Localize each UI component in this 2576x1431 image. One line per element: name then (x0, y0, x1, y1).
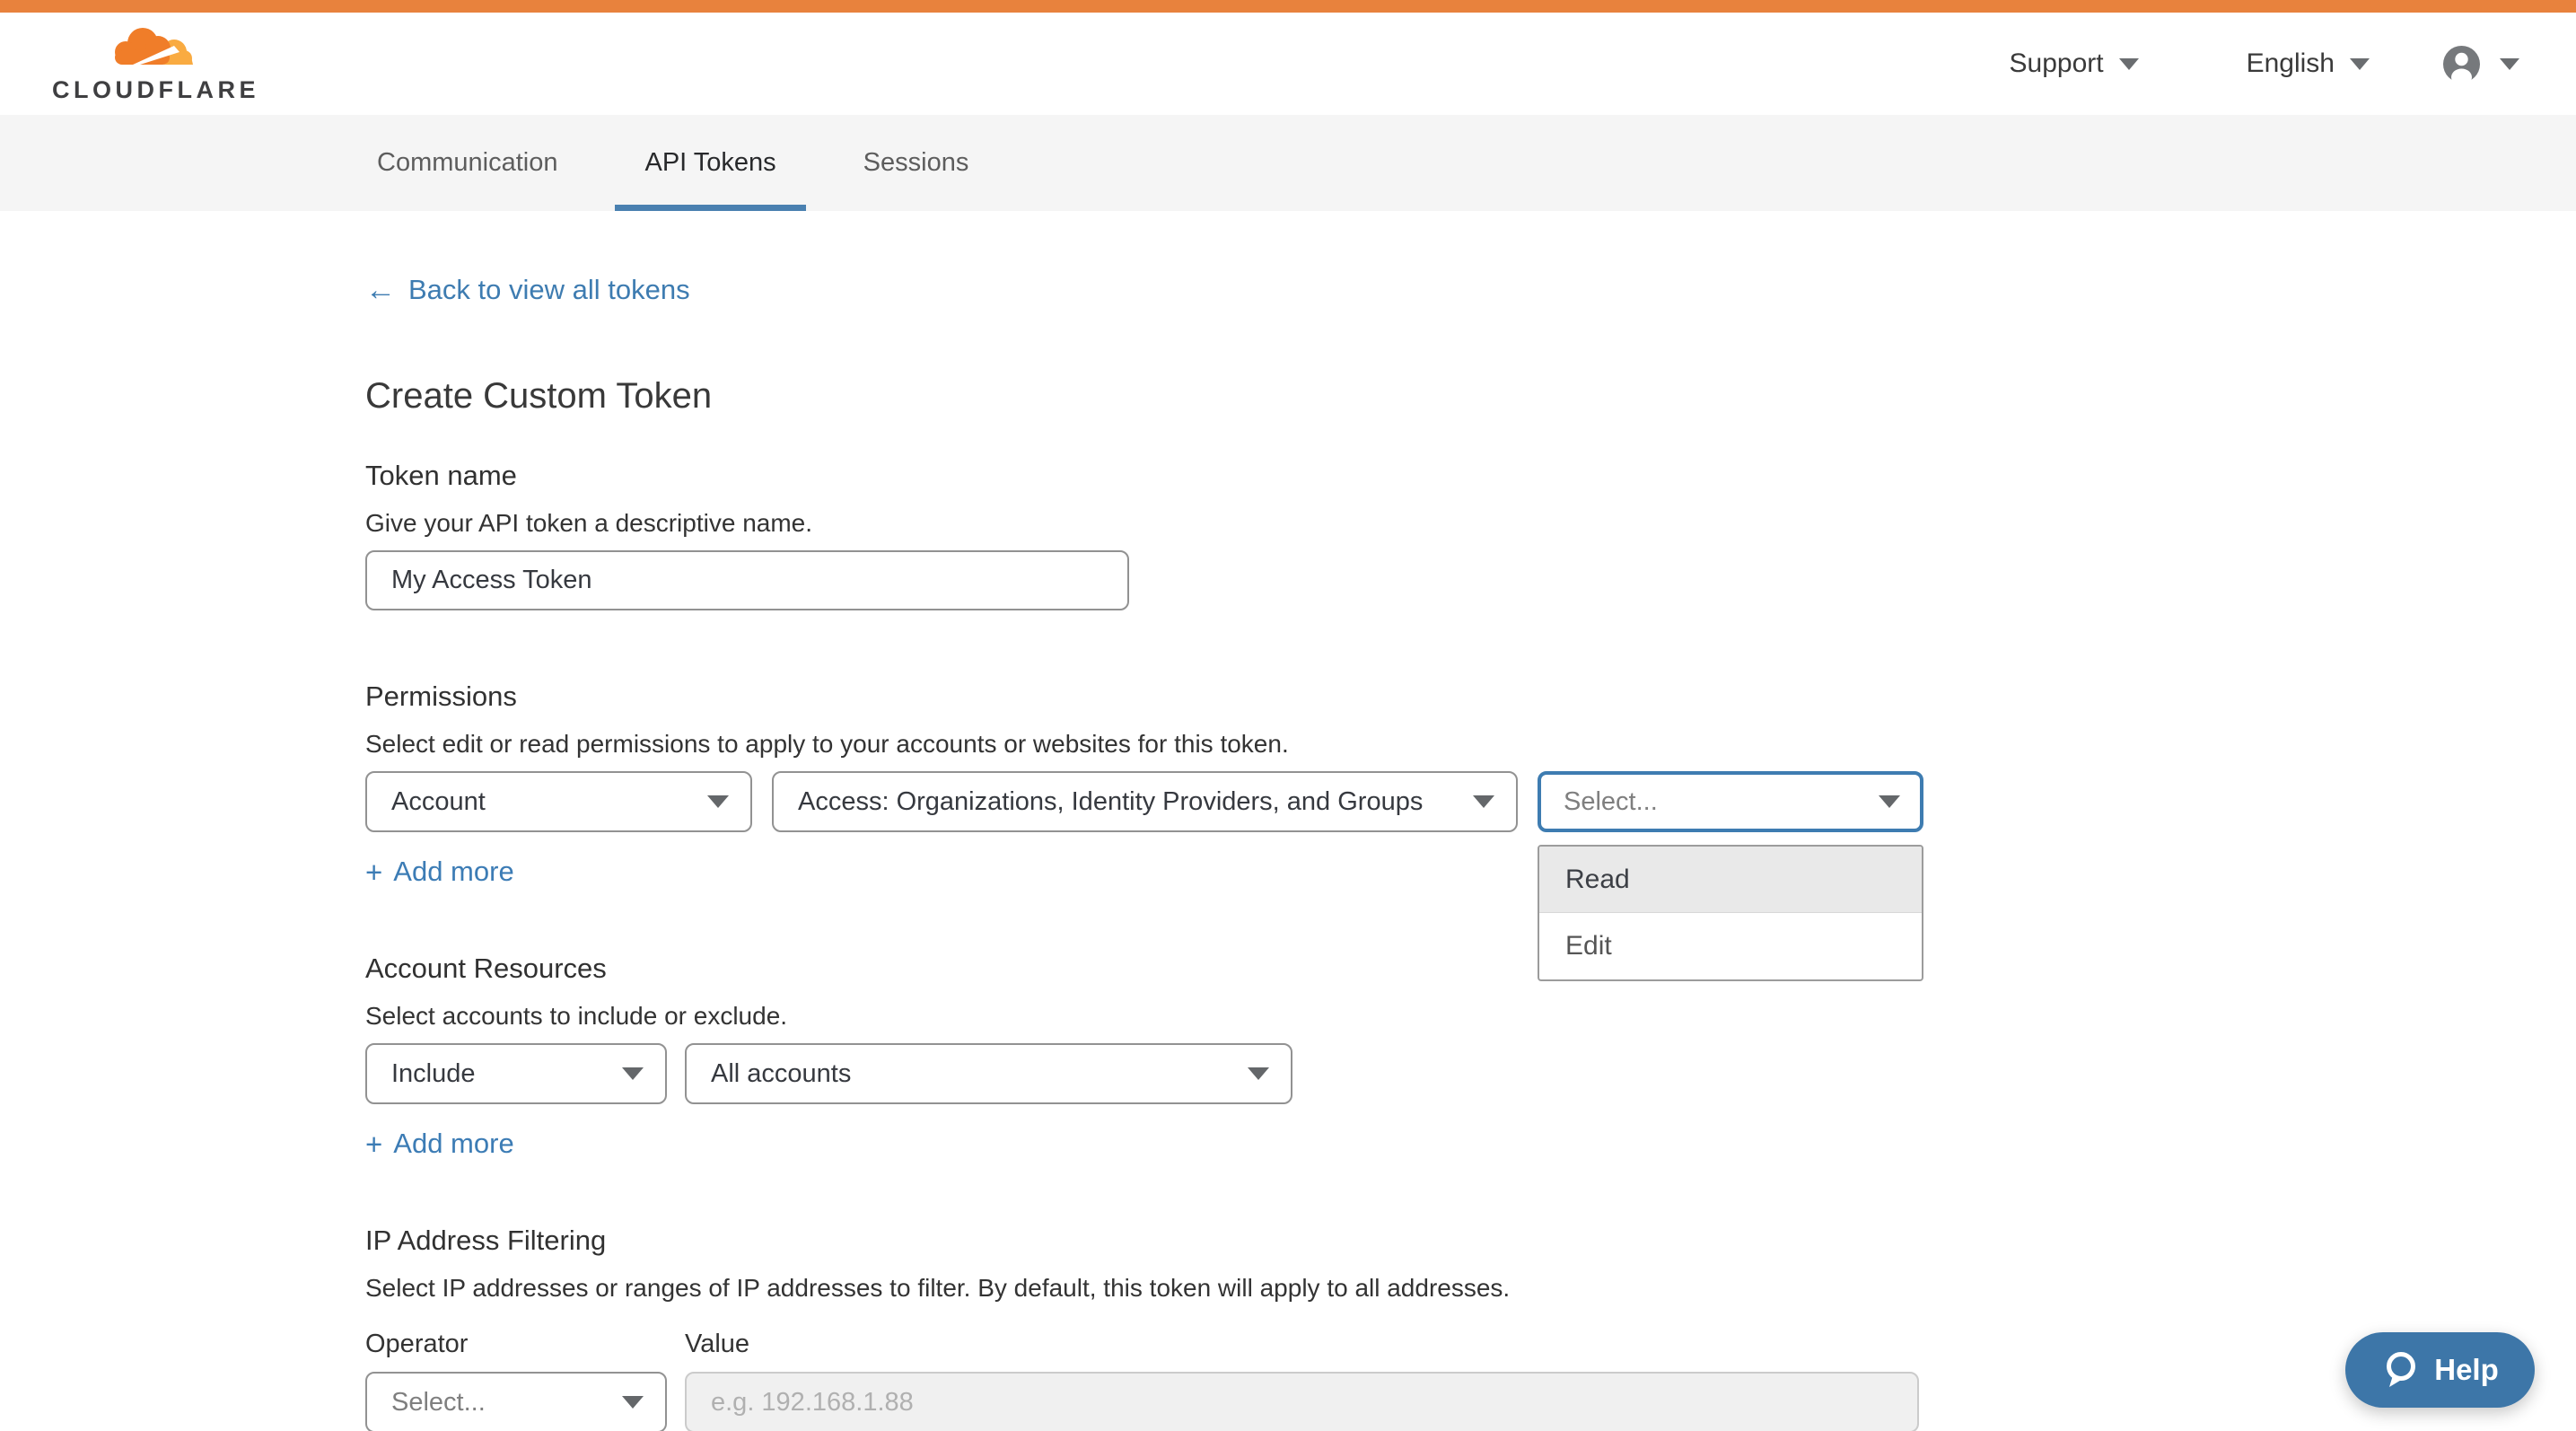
token-name-description: Give your API token a descriptive name. (365, 509, 2576, 538)
permissions-description: Select edit or read permissions to apply… (365, 730, 2576, 759)
chevron-down-icon (707, 795, 729, 808)
chevron-down-icon (1879, 795, 1900, 808)
help-button-label: Help (2434, 1353, 2499, 1387)
brand-accent-bar (0, 0, 2576, 13)
menu-option-read[interactable]: Read (1539, 847, 1922, 913)
avatar-icon (2443, 46, 2480, 83)
permission-resource-select[interactable]: Access: Organizations, Identity Provider… (772, 771, 1518, 832)
include-mode-select[interactable]: Include (365, 1043, 667, 1104)
account-resources-description: Select accounts to include or exclude. (365, 1002, 2576, 1031)
user-menu[interactable] (2443, 46, 2519, 83)
permissions-row: Account Access: Organizations, Identity … (365, 771, 2576, 832)
menu-option-edit[interactable]: Edit (1539, 913, 1922, 979)
back-arrow-icon: ← (365, 275, 396, 305)
value-label: Value (685, 1330, 749, 1359)
cloudflare-logo[interactable]: CLOUDFLARE (52, 24, 259, 104)
plus-icon: + (365, 1129, 382, 1159)
operator-placeholder: Select... (391, 1388, 486, 1418)
back-link[interactable]: ← Back to view all tokens (365, 274, 690, 306)
tab-sessions[interactable]: Sessions (863, 115, 969, 211)
option-label: Read (1565, 865, 1630, 895)
account-scope-value: All accounts (711, 1059, 851, 1089)
language-label: English (2247, 48, 2335, 79)
chevron-down-icon (2500, 58, 2519, 70)
token-name-input[interactable] (365, 550, 1129, 610)
permission-scope-select[interactable]: Account (365, 771, 752, 832)
account-scope-select[interactable]: All accounts (685, 1043, 1292, 1104)
permission-level-select-wrap: Select... Read Edit (1538, 771, 1923, 832)
tab-label: Sessions (863, 148, 969, 178)
header-actions: Support English (2010, 46, 2519, 83)
permissions-heading: Permissions (365, 680, 2576, 713)
chevron-down-icon (1473, 795, 1494, 808)
header: CLOUDFLARE Support English (0, 13, 2576, 115)
support-label: Support (2010, 48, 2104, 79)
tab-label: API Tokens (644, 148, 775, 178)
ip-value-input[interactable] (685, 1372, 1919, 1431)
permission-scope-value: Account (391, 787, 486, 817)
chevron-down-icon (2350, 58, 2370, 70)
permission-level-menu: Read Edit (1538, 845, 1923, 981)
operator-label: Operator (365, 1330, 667, 1359)
main-content: ← Back to view all tokens Create Custom … (0, 211, 2576, 1431)
plus-icon: + (365, 857, 382, 887)
ip-filtering-description: Select IP addresses or ranges of IP addr… (365, 1274, 2576, 1303)
account-resources-heading: Account Resources (365, 953, 2576, 985)
back-link-label: Back to view all tokens (408, 274, 690, 306)
permissions-add-more-link[interactable]: + Add more (365, 856, 514, 888)
permission-resource-value: Access: Organizations, Identity Provider… (798, 787, 1423, 817)
tab-bar: Communication API Tokens Sessions (0, 115, 2576, 211)
language-menu[interactable]: English (2247, 48, 2370, 79)
account-resources-row: Include All accounts (365, 1043, 2576, 1104)
ip-filtering-heading: IP Address Filtering (365, 1225, 2576, 1257)
add-more-label: Add more (393, 1128, 513, 1160)
chevron-down-icon (1248, 1067, 1269, 1080)
ip-filtering-controls: Select... (365, 1372, 2576, 1431)
cloudflare-cloud-icon (108, 24, 193, 75)
option-label: Edit (1565, 931, 1612, 961)
support-menu[interactable]: Support (2010, 48, 2139, 79)
ip-filtering-labels: Operator Value (365, 1330, 2576, 1359)
permission-level-select[interactable]: Select... (1538, 771, 1923, 832)
tab-api-tokens[interactable]: API Tokens (615, 115, 805, 211)
token-name-heading: Token name (365, 460, 2576, 492)
chevron-down-icon (622, 1396, 644, 1409)
chevron-down-icon (622, 1067, 644, 1080)
include-mode-value: Include (391, 1059, 476, 1089)
page-title: Create Custom Token (365, 376, 2576, 417)
account-resources-add-more-link[interactable]: + Add more (365, 1128, 514, 1160)
operator-select[interactable]: Select... (365, 1372, 667, 1431)
permission-level-placeholder: Select... (1564, 787, 1658, 817)
tab-label: Communication (377, 148, 557, 178)
logo-wordmark: CLOUDFLARE (52, 76, 259, 104)
help-button[interactable]: Help (2345, 1332, 2535, 1408)
tab-communication[interactable]: Communication (377, 115, 557, 211)
add-more-label: Add more (393, 856, 513, 888)
help-bubble-icon (2381, 1349, 2421, 1391)
chevron-down-icon (2119, 58, 2139, 70)
